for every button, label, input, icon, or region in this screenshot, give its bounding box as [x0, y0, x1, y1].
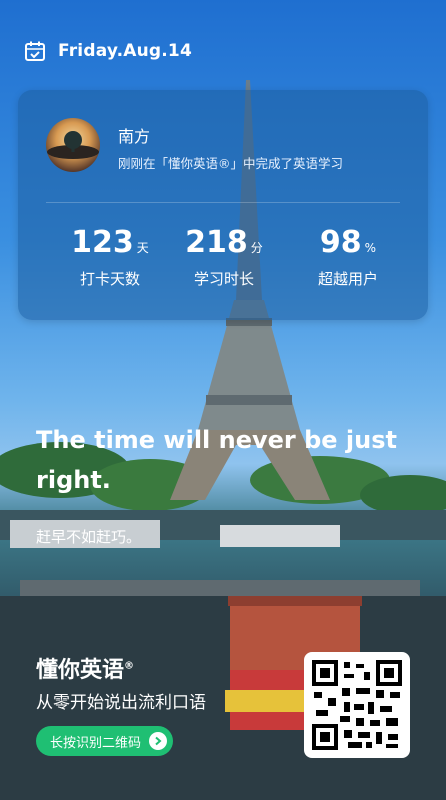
card-divider [46, 202, 400, 203]
stat-unit: 天 [136, 241, 149, 255]
stat-surpass-users: 98% 超越用户 [288, 228, 408, 289]
brand-slogan: 从零开始说出流利口语 [36, 693, 206, 713]
brand-mark: ® [124, 660, 135, 672]
qr-code[interactable] [304, 652, 410, 758]
stat-unit: % [364, 241, 377, 255]
stat-checkin-days: 123 天 打卡天数 [50, 228, 170, 289]
brand-text: 懂你英语 [36, 658, 125, 683]
brand-name: 懂你英语® [36, 652, 134, 684]
stat-study-time: 218 分 学习时长 [164, 228, 284, 289]
stat-value: 123 [71, 225, 134, 260]
user-name: 南方 [118, 127, 151, 146]
chevron-right-icon [149, 732, 168, 750]
stat-label: 超越用户 [317, 270, 378, 288]
scan-qr-button[interactable]: 长按识别二维码 [36, 726, 174, 756]
share-card-screen: Friday.Aug.14 南方 刚刚在「懂你英语®」中完成了英语学习 123 天… [0, 0, 446, 800]
stat-label: 打卡天数 [79, 270, 140, 288]
date-header: Friday.Aug.14 [24, 40, 192, 62]
calendar-icon [24, 40, 46, 62]
stat-unit: 分 [250, 241, 263, 255]
stat-value: 218 [185, 225, 248, 260]
stat-label: 学习时长 [193, 270, 254, 288]
quote-english: The time will never be just right. [36, 426, 397, 494]
profile-card: 南方 刚刚在「懂你英语®」中完成了英语学习 123 天 打卡天数 218 分 学习时… [18, 90, 428, 320]
cta-label: 长按识别二维码 [50, 735, 142, 751]
user-activity-text: 刚刚在「懂你英语®」中完成了英语学习 [118, 156, 344, 171]
avatar [46, 118, 100, 172]
quote-chinese: 赶早不如赶巧。 [36, 528, 142, 546]
stat-value: 98 [319, 225, 362, 260]
date-label: Friday.Aug.14 [58, 41, 192, 61]
